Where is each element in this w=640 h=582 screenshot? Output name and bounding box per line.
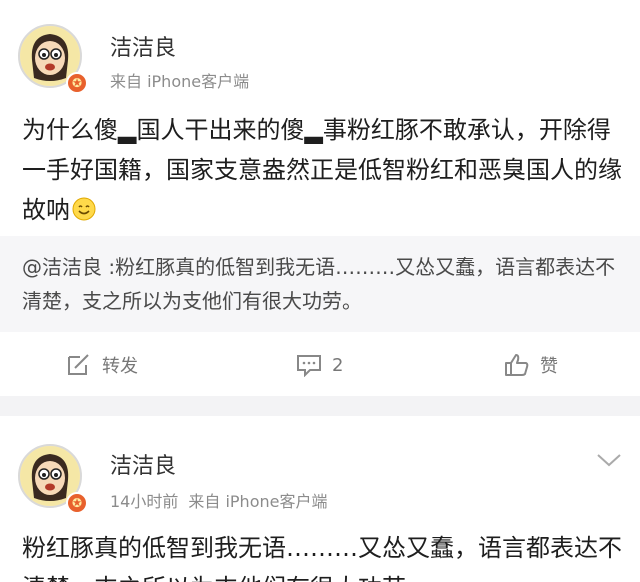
weibo-post: ✪ 洁洁良 来自 iPhone客户端 为什么傻▂国人干出来的傻▂事粉红豚不敢承认…: [0, 0, 640, 396]
post-text: 粉红豚真的低智到我无语………又怂又蠢，语言都表达不清楚，支之所以为支他们有很大功…: [22, 534, 622, 582]
avatar[interactable]: ✪: [18, 444, 88, 514]
repost-icon: [68, 354, 89, 375]
verified-badge: ✪: [66, 492, 88, 514]
author-name[interactable]: 洁洁良: [110, 30, 176, 62]
like-button[interactable]: 赞: [504, 342, 558, 388]
verified-badge: ✪: [66, 72, 88, 94]
quoted-text: @洁洁良 :粉红豚真的低智到我无语………又怂又蠢，语言都表达不清楚，支之所以为支…: [22, 255, 616, 313]
post-time: 14小时前: [110, 492, 179, 511]
repost-button[interactable]: 转发: [66, 342, 138, 388]
smile-emoji-icon: [72, 197, 96, 221]
comment-count: 2: [332, 354, 344, 376]
post-meta: 14小时前 来自 iPhone客户端: [110, 488, 327, 512]
action-bar: 转发 2 赞: [0, 342, 640, 388]
like-label: 赞: [540, 356, 558, 377]
author-name[interactable]: 洁洁良: [110, 448, 176, 480]
like-icon: [505, 354, 529, 376]
post-source: 来自 iPhone客户端: [188, 492, 328, 511]
quoted-post[interactable]: @洁洁良 :粉红豚真的低智到我无语………又怂又蠢，语言都表达不清楚，支之所以为支…: [0, 236, 640, 332]
post-divider: [0, 396, 640, 416]
post-body: 为什么傻▂国人干出来的傻▂事粉红豚不敢承认，开除得一手好国籍，国家支意盎然正是低…: [22, 110, 622, 230]
chevron-down-icon[interactable]: [596, 452, 622, 468]
repost-label: 转发: [102, 356, 138, 377]
post-meta: 来自 iPhone客户端: [110, 72, 250, 91]
comment-button[interactable]: 2: [296, 342, 343, 388]
weibo-post: ✪ 洁洁良 14小时前 来自 iPhone客户端 粉红豚真的低智到我无语………又怂…: [0, 416, 640, 582]
comment-icon: [297, 355, 321, 377]
avatar[interactable]: ✪: [18, 24, 88, 94]
post-text: 为什么傻▂国人干出来的傻▂事粉红豚不敢承认，开除得一手好国籍，国家支意盎然正是低…: [22, 116, 622, 224]
